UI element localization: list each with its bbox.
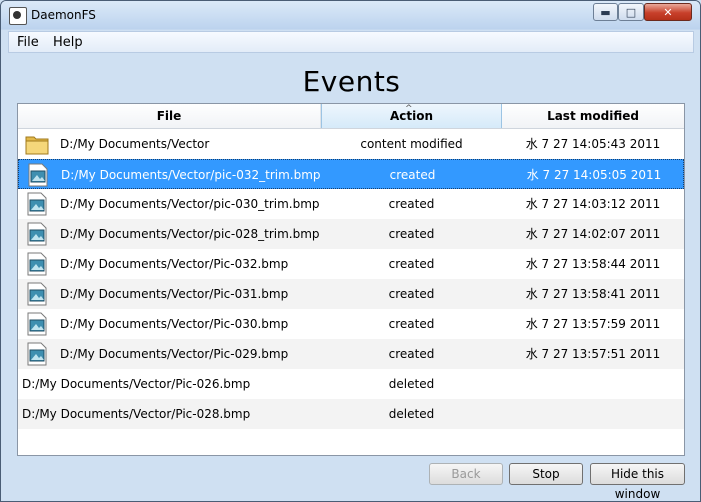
- cell-action: created: [388, 287, 435, 301]
- column-header-last-modified[interactable]: Last modified: [502, 104, 684, 128]
- back-button[interactable]: Back: [429, 463, 503, 485]
- cell-last-modified: 水 7 27 13:58:44 2011: [525, 257, 661, 271]
- cell-file: D:/My Documents/Vector/Pic-031.bmp: [60, 287, 289, 301]
- cell-last-modified: 水 7 27 13:57:51 2011: [525, 347, 661, 361]
- cell-last-modified: 水 7 27 14:05:05 2011: [526, 168, 662, 182]
- maximize-icon: □: [625, 5, 637, 19]
- cell-action: created: [388, 197, 435, 211]
- cell-action: created: [388, 347, 435, 361]
- cell-action: created: [388, 257, 435, 271]
- table-header: File ^ Action Last modified: [18, 104, 684, 129]
- page-title: Events: [302, 65, 401, 98]
- minimize-icon: ▬: [600, 5, 611, 19]
- close-button[interactable]: ✕: [644, 3, 692, 21]
- cell-file: D:/My Documents/Vector/Pic-026.bmp: [22, 377, 251, 391]
- table-row[interactable]: D:/My Documents/Vector content modified 水 …: [18, 129, 684, 159]
- table-row[interactable]: D:/My Documents/Vector/Pic-028.bmp delete…: [18, 399, 684, 429]
- table-row[interactable]: D:/My Documents/Vector/pic-032_trim.bmp c…: [18, 159, 684, 189]
- menu-file[interactable]: File: [17, 35, 39, 50]
- maximize-button[interactable]: □: [618, 3, 644, 21]
- cell-file: D:/My Documents/Vector/Pic-032.bmp: [60, 257, 289, 271]
- cell-last-modified: 水 7 27 14:03:12 2011: [525, 197, 661, 211]
- cell-file: D:/My Documents/Vector/pic-030_trim.bmp: [60, 197, 320, 211]
- title-bar[interactable]: DaemonFS ▬ □ ✕: [1, 1, 700, 29]
- minimize-button[interactable]: ▬: [593, 3, 618, 21]
- image-file-icon: [24, 281, 50, 307]
- stop-button[interactable]: Stop: [509, 463, 583, 485]
- column-header-file[interactable]: File: [18, 104, 321, 128]
- cell-last-modified: [502, 399, 684, 429]
- table-row[interactable]: D:/My Documents/Vector/Pic-030.bmp create…: [18, 309, 684, 339]
- table-row[interactable]: D:/My Documents/Vector/Pic-031.bmp create…: [18, 279, 684, 309]
- cell-last-modified: 水 7 27 14:02:07 2011: [525, 227, 661, 241]
- cell-action: content modified: [360, 137, 463, 151]
- cell-action: created: [388, 317, 435, 331]
- table-row[interactable]: D:/My Documents/Vector/Pic-032.bmp create…: [18, 249, 684, 279]
- menu-help[interactable]: Help: [53, 35, 83, 50]
- cell-file: D:/My Documents/Vector/Pic-028.bmp: [22, 407, 251, 421]
- close-icon: ✕: [663, 5, 673, 19]
- menu-bar: File Help: [8, 31, 694, 53]
- cell-file: D:/My Documents/Vector/Pic-030.bmp: [60, 317, 289, 331]
- events-table: File ^ Action Last modified D:/My Docume…: [17, 103, 685, 456]
- image-file-icon: [24, 251, 50, 277]
- app-icon: [9, 7, 27, 25]
- main-window: DaemonFS ▬ □ ✕ File Help Events File ^ A…: [0, 0, 701, 502]
- image-file-icon: [24, 191, 50, 217]
- folder-icon: [24, 131, 50, 157]
- image-file-icon: [24, 221, 50, 247]
- column-header-file-label: File: [156, 109, 182, 123]
- table-row[interactable]: D:/My Documents/Vector/pic-028_trim.bmp c…: [18, 219, 684, 249]
- table-row[interactable]: D:/My Documents/Vector/pic-030_trim.bmp c…: [18, 189, 684, 219]
- cell-last-modified: [502, 369, 684, 399]
- cell-action: deleted: [388, 407, 435, 421]
- table-row[interactable]: D:/My Documents/Vector/Pic-029.bmp create…: [18, 339, 684, 369]
- cell-action: created: [389, 168, 436, 182]
- column-header-action[interactable]: ^ Action: [321, 104, 502, 128]
- cell-file: D:/My Documents/Vector/Pic-029.bmp: [60, 347, 289, 361]
- cell-last-modified: 水 7 27 13:57:59 2011: [525, 317, 661, 331]
- sort-ascending-icon: ^: [405, 104, 413, 114]
- cell-last-modified: 水 7 27 13:58:41 2011: [525, 287, 661, 301]
- cell-action: deleted: [388, 377, 435, 391]
- image-file-icon: [25, 162, 51, 188]
- cell-last-modified: 水 7 27 14:05:43 2011: [525, 137, 661, 151]
- cell-file: D:/My Documents/Vector/pic-028_trim.bmp: [60, 227, 320, 241]
- window-title: DaemonFS: [31, 8, 96, 22]
- hide-window-button[interactable]: Hide this window: [590, 463, 685, 501]
- cell-file: D:/My Documents/Vector: [60, 137, 210, 151]
- column-header-last-modified-label: Last modified: [547, 109, 639, 123]
- image-file-icon: [24, 341, 50, 367]
- cell-action: created: [388, 227, 435, 241]
- image-file-icon: [24, 311, 50, 337]
- cell-file: D:/My Documents/Vector/pic-032_trim.bmp: [61, 168, 321, 182]
- table-row[interactable]: D:/My Documents/Vector/Pic-026.bmp delete…: [18, 369, 684, 399]
